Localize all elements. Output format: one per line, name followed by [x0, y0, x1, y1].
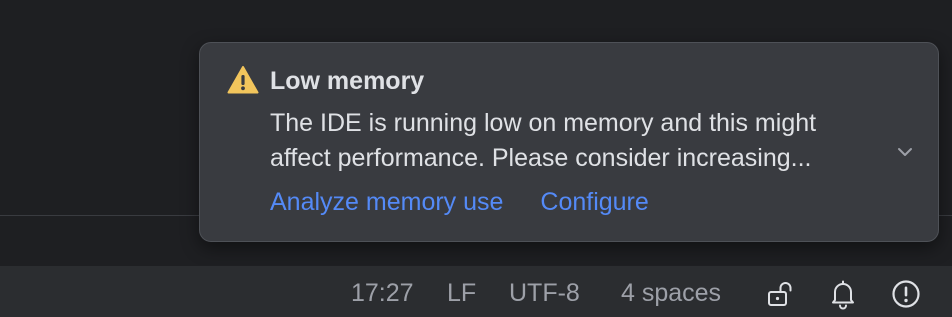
chevron-down-icon[interactable] — [894, 141, 916, 163]
notification-message: The IDE is running low on memory and thi… — [270, 106, 890, 176]
bell-icon[interactable] — [827, 278, 859, 310]
indent-setting[interactable]: 4 spaces — [621, 279, 721, 307]
status-bar: 17:27 LF UTF-8 4 spaces — [0, 265, 952, 317]
notification-message-line-2: affect performance. Please consider incr… — [270, 144, 812, 172]
configure-link[interactable]: Configure — [540, 188, 648, 216]
exclamation-circle-icon[interactable] — [890, 278, 922, 310]
cursor-position[interactable]: 17:27 — [351, 279, 414, 307]
file-encoding[interactable]: UTF-8 — [509, 279, 580, 307]
line-separator[interactable]: LF — [447, 279, 476, 307]
notification-message-line-1: The IDE is running low on memory and thi… — [270, 109, 817, 137]
low-memory-notification: Low memory The IDE is running low on mem… — [199, 42, 939, 242]
unlocked-padlock-icon[interactable] — [765, 278, 797, 310]
warning-icon — [227, 66, 259, 94]
analyze-memory-use-link[interactable]: Analyze memory use — [270, 188, 503, 216]
notification-title: Low memory — [270, 67, 425, 95]
notification-actions: Analyze memory use Configure — [270, 187, 679, 217]
